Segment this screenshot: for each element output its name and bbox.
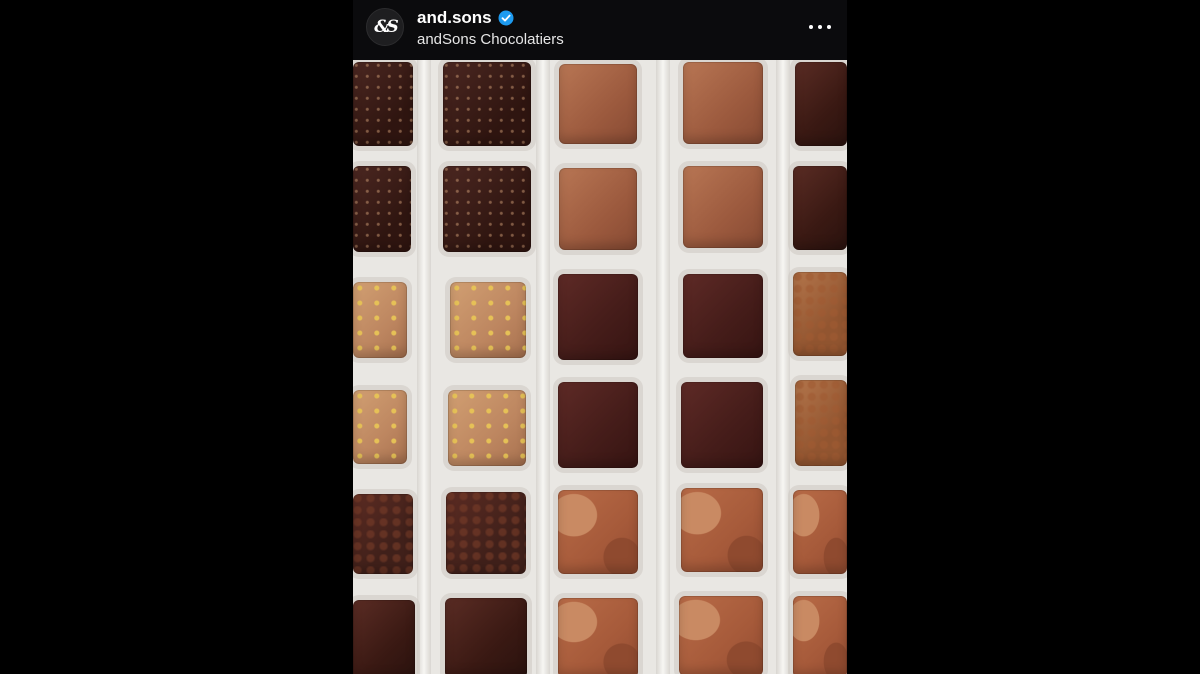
chocolate-piece	[450, 282, 526, 358]
chocolate-piece	[443, 166, 531, 252]
chocolate-piece	[793, 596, 847, 674]
chocolate-piece	[353, 166, 411, 252]
chocolate-piece	[793, 166, 847, 250]
post-view: &S and.sons andSons Chocolatiers	[353, 0, 847, 674]
chocolate-piece	[679, 596, 763, 674]
more-options-icon[interactable]	[809, 18, 831, 36]
chocolate-piece	[353, 282, 407, 358]
chocolate-piece	[558, 274, 638, 360]
verified-badge-icon	[498, 10, 514, 26]
chocolate-piece	[353, 62, 413, 146]
username[interactable]: and.sons	[417, 8, 492, 28]
chocolate-piece	[795, 62, 847, 146]
chocolate-piece	[681, 488, 763, 572]
chocolate-piece	[353, 494, 413, 574]
account-subtitle[interactable]: andSons Chocolatiers	[417, 31, 564, 48]
chocolate-piece	[558, 490, 638, 574]
post-header: &S and.sons andSons Chocolatiers	[353, 0, 847, 60]
chocolate-piece	[793, 272, 847, 356]
chocolate-piece	[683, 274, 763, 358]
chocolate-piece	[353, 390, 407, 464]
chocolate-piece	[443, 62, 531, 146]
chocolate-piece	[795, 380, 847, 466]
tray-divider	[417, 60, 431, 674]
chocolate-piece	[445, 598, 527, 674]
chocolate-piece	[683, 62, 763, 144]
tray-divider	[656, 60, 670, 674]
chocolate-piece	[793, 490, 847, 574]
tray-divider	[776, 60, 790, 674]
chocolate-piece	[683, 166, 763, 248]
chocolate-piece	[559, 64, 637, 144]
chocolate-piece	[559, 168, 637, 250]
chocolate-piece	[558, 382, 638, 468]
post-image	[353, 60, 847, 674]
chocolate-piece	[446, 492, 526, 574]
chocolate-piece	[353, 600, 415, 674]
avatar[interactable]: &S	[366, 8, 404, 46]
chocolate-piece	[448, 390, 526, 466]
tray-divider	[536, 60, 550, 674]
chocolate-piece	[681, 382, 763, 468]
chocolate-piece	[558, 598, 638, 674]
